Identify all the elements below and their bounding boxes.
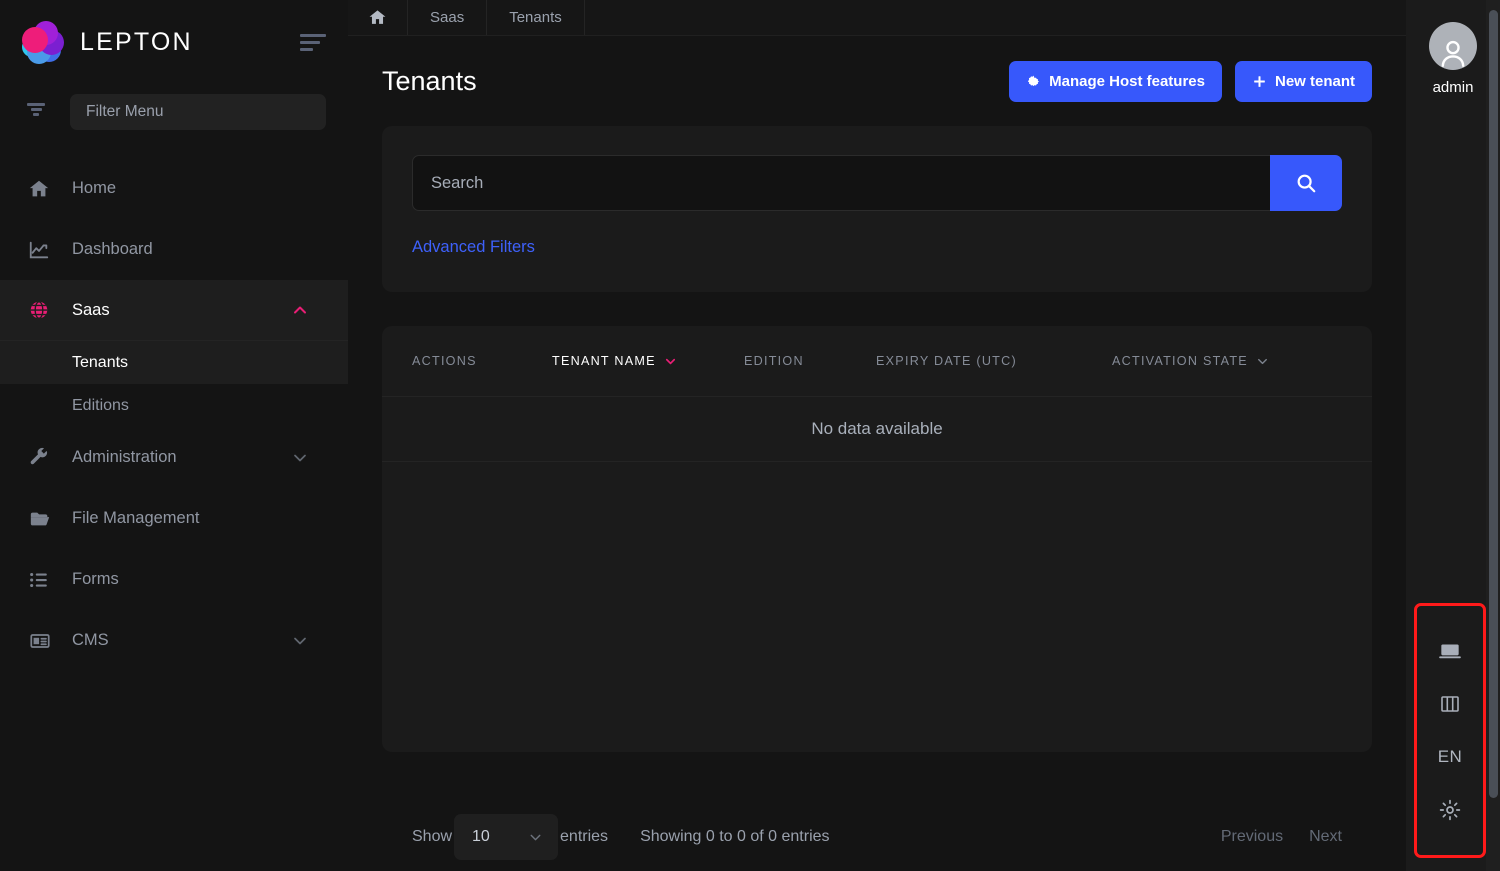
tenants-table-card: ACTIONS TENANT NAME EDITION EXPIRY DATE … bbox=[382, 326, 1372, 752]
page-title: Tenants bbox=[382, 65, 477, 96]
column-label: EXPIRY DATE (UTC) bbox=[876, 354, 1017, 368]
column-header-edition: EDITION bbox=[744, 354, 876, 368]
showing-entries-text: Showing 0 to 0 of 0 entries bbox=[640, 828, 830, 845]
sidebar-filter-row bbox=[0, 84, 348, 140]
gear-icon[interactable] bbox=[1432, 792, 1468, 828]
globe-icon bbox=[28, 299, 58, 321]
funnel-filter-icon bbox=[26, 103, 46, 121]
brand-header: LEPTON bbox=[0, 0, 348, 84]
columns-layout-icon[interactable] bbox=[1432, 686, 1468, 722]
search-button[interactable] bbox=[1270, 155, 1342, 211]
sidebar-item-label: Administration bbox=[72, 448, 177, 466]
app-root: LEPTON Home bbox=[0, 0, 1500, 871]
breadcrumb: Saas Tenants bbox=[348, 0, 1406, 36]
chevron-down-icon[interactable] bbox=[1255, 354, 1270, 369]
right-rail: admin EN bbox=[1406, 0, 1500, 871]
chevron-down-icon[interactable] bbox=[290, 631, 310, 651]
chevron-down-icon bbox=[527, 829, 544, 846]
newspaper-icon bbox=[28, 630, 58, 652]
scrollbar-thumb[interactable] bbox=[1489, 10, 1498, 798]
folder-open-icon bbox=[28, 508, 58, 530]
table-header-row: ACTIONS TENANT NAME EDITION EXPIRY DATE … bbox=[412, 326, 1342, 396]
chevron-down-icon[interactable] bbox=[663, 354, 678, 369]
menu-collapse-icon[interactable] bbox=[300, 29, 326, 55]
language-icon[interactable]: EN bbox=[1432, 739, 1468, 775]
rail-tools-panel: EN bbox=[1414, 603, 1486, 858]
user-name: admin bbox=[1432, 79, 1474, 96]
sidebar-item-label: Home bbox=[72, 179, 117, 197]
table-empty-message: No data available bbox=[382, 396, 1372, 462]
plus-icon bbox=[1252, 74, 1267, 89]
column-label: EDITION bbox=[744, 354, 804, 368]
gear-icon bbox=[1026, 74, 1041, 89]
sidebar-item-label: File Management bbox=[72, 509, 200, 527]
pagination-buttons: Previous Next bbox=[1221, 828, 1342, 846]
sidebar-item-file-management[interactable]: File Management bbox=[0, 488, 348, 549]
user-avatar-icon bbox=[1436, 36, 1470, 70]
chart-line-icon bbox=[28, 239, 58, 261]
chevron-down-icon[interactable] bbox=[290, 448, 310, 468]
advanced-filters-link[interactable]: Advanced Filters bbox=[412, 238, 535, 257]
main-content: Saas Tenants Tenants Manage Host feature… bbox=[348, 0, 1406, 871]
page-size-value: 10 bbox=[472, 828, 490, 845]
laptop-icon[interactable] bbox=[1432, 633, 1468, 669]
column-header-tenant-name[interactable]: TENANT NAME bbox=[552, 354, 744, 369]
sidebar-item-tenants[interactable]: Tenants bbox=[0, 341, 348, 384]
avatar[interactable] bbox=[1429, 22, 1477, 70]
language-label: EN bbox=[1437, 747, 1463, 767]
sidebar-item-label: Dashboard bbox=[72, 240, 153, 258]
wrench-icon bbox=[28, 447, 58, 469]
column-label: TENANT NAME bbox=[552, 354, 656, 368]
list-icon bbox=[28, 569, 58, 591]
entries-label: entries bbox=[560, 828, 609, 845]
breadcrumb-item-saas[interactable]: Saas bbox=[408, 0, 488, 35]
search-card: Advanced Filters bbox=[382, 126, 1372, 292]
page-size-select[interactable]: 10 bbox=[454, 814, 559, 860]
previous-page-button[interactable]: Previous bbox=[1221, 828, 1283, 846]
home-icon bbox=[368, 8, 387, 27]
sidebar-item-dashboard[interactable]: Dashboard bbox=[0, 219, 348, 280]
sidebar-item-administration[interactable]: Administration bbox=[0, 427, 348, 488]
search-icon bbox=[1295, 172, 1317, 194]
sidebar-item-label: CMS bbox=[72, 631, 109, 649]
next-page-button[interactable]: Next bbox=[1309, 828, 1342, 846]
sidebar-item-cms[interactable]: CMS bbox=[0, 610, 348, 671]
show-label: Show bbox=[412, 828, 453, 845]
column-header-expiry-date: EXPIRY DATE (UTC) bbox=[876, 354, 1112, 368]
sidebar-item-forms[interactable]: Forms bbox=[0, 549, 348, 610]
sidebar-item-editions[interactable]: Editions bbox=[0, 384, 348, 427]
page-scrollbar[interactable] bbox=[1486, 0, 1500, 871]
page-size-control: Show 10 entries Showing 0 to 0 of 0 entr… bbox=[412, 814, 830, 860]
sidebar-subitem-label: Editions bbox=[72, 396, 129, 414]
page-actions: Manage Host features New tenant bbox=[1009, 60, 1372, 102]
search-input[interactable] bbox=[412, 155, 1270, 211]
column-header-activation-state[interactable]: ACTIVATION STATE bbox=[1112, 354, 1312, 369]
sidebar-item-saas[interactable]: Saas bbox=[0, 280, 348, 341]
sidebar-subitem-label: Tenants bbox=[72, 353, 129, 371]
manage-host-features-button[interactable]: Manage Host features bbox=[1009, 60, 1222, 102]
page-header: Tenants Manage Host features New tenant bbox=[382, 36, 1372, 126]
lepton-flower-logo bbox=[22, 21, 64, 64]
brand-name: LEPTON bbox=[80, 27, 193, 56]
content-area: Tenants Manage Host features New tenant … bbox=[348, 36, 1406, 871]
chevron-up-icon[interactable] bbox=[290, 300, 310, 320]
sidebar-menu: Home Dashboard Saas Tenants Editions Adm… bbox=[0, 158, 348, 671]
breadcrumb-item-tenants[interactable]: Tenants bbox=[487, 0, 585, 35]
sidebar: LEPTON Home bbox=[0, 0, 348, 871]
home-icon bbox=[28, 178, 58, 200]
breadcrumb-home[interactable] bbox=[348, 0, 408, 35]
sidebar-item-home[interactable]: Home bbox=[0, 158, 348, 219]
search-row bbox=[412, 155, 1342, 211]
sidebar-item-label: Forms bbox=[72, 570, 119, 588]
sidebar-item-label: Saas bbox=[72, 300, 110, 319]
button-label: Manage Host features bbox=[1049, 72, 1205, 90]
button-label: New tenant bbox=[1274, 72, 1355, 90]
new-tenant-button[interactable]: New tenant bbox=[1234, 60, 1372, 102]
column-label: ACTIVATION STATE bbox=[1112, 354, 1248, 368]
table-pagination: Show 10 entries Showing 0 to 0 of 0 entr… bbox=[382, 807, 1372, 867]
filter-menu-input[interactable] bbox=[70, 94, 326, 130]
column-label: ACTIONS bbox=[412, 354, 477, 368]
column-header-actions: ACTIONS bbox=[412, 354, 552, 368]
